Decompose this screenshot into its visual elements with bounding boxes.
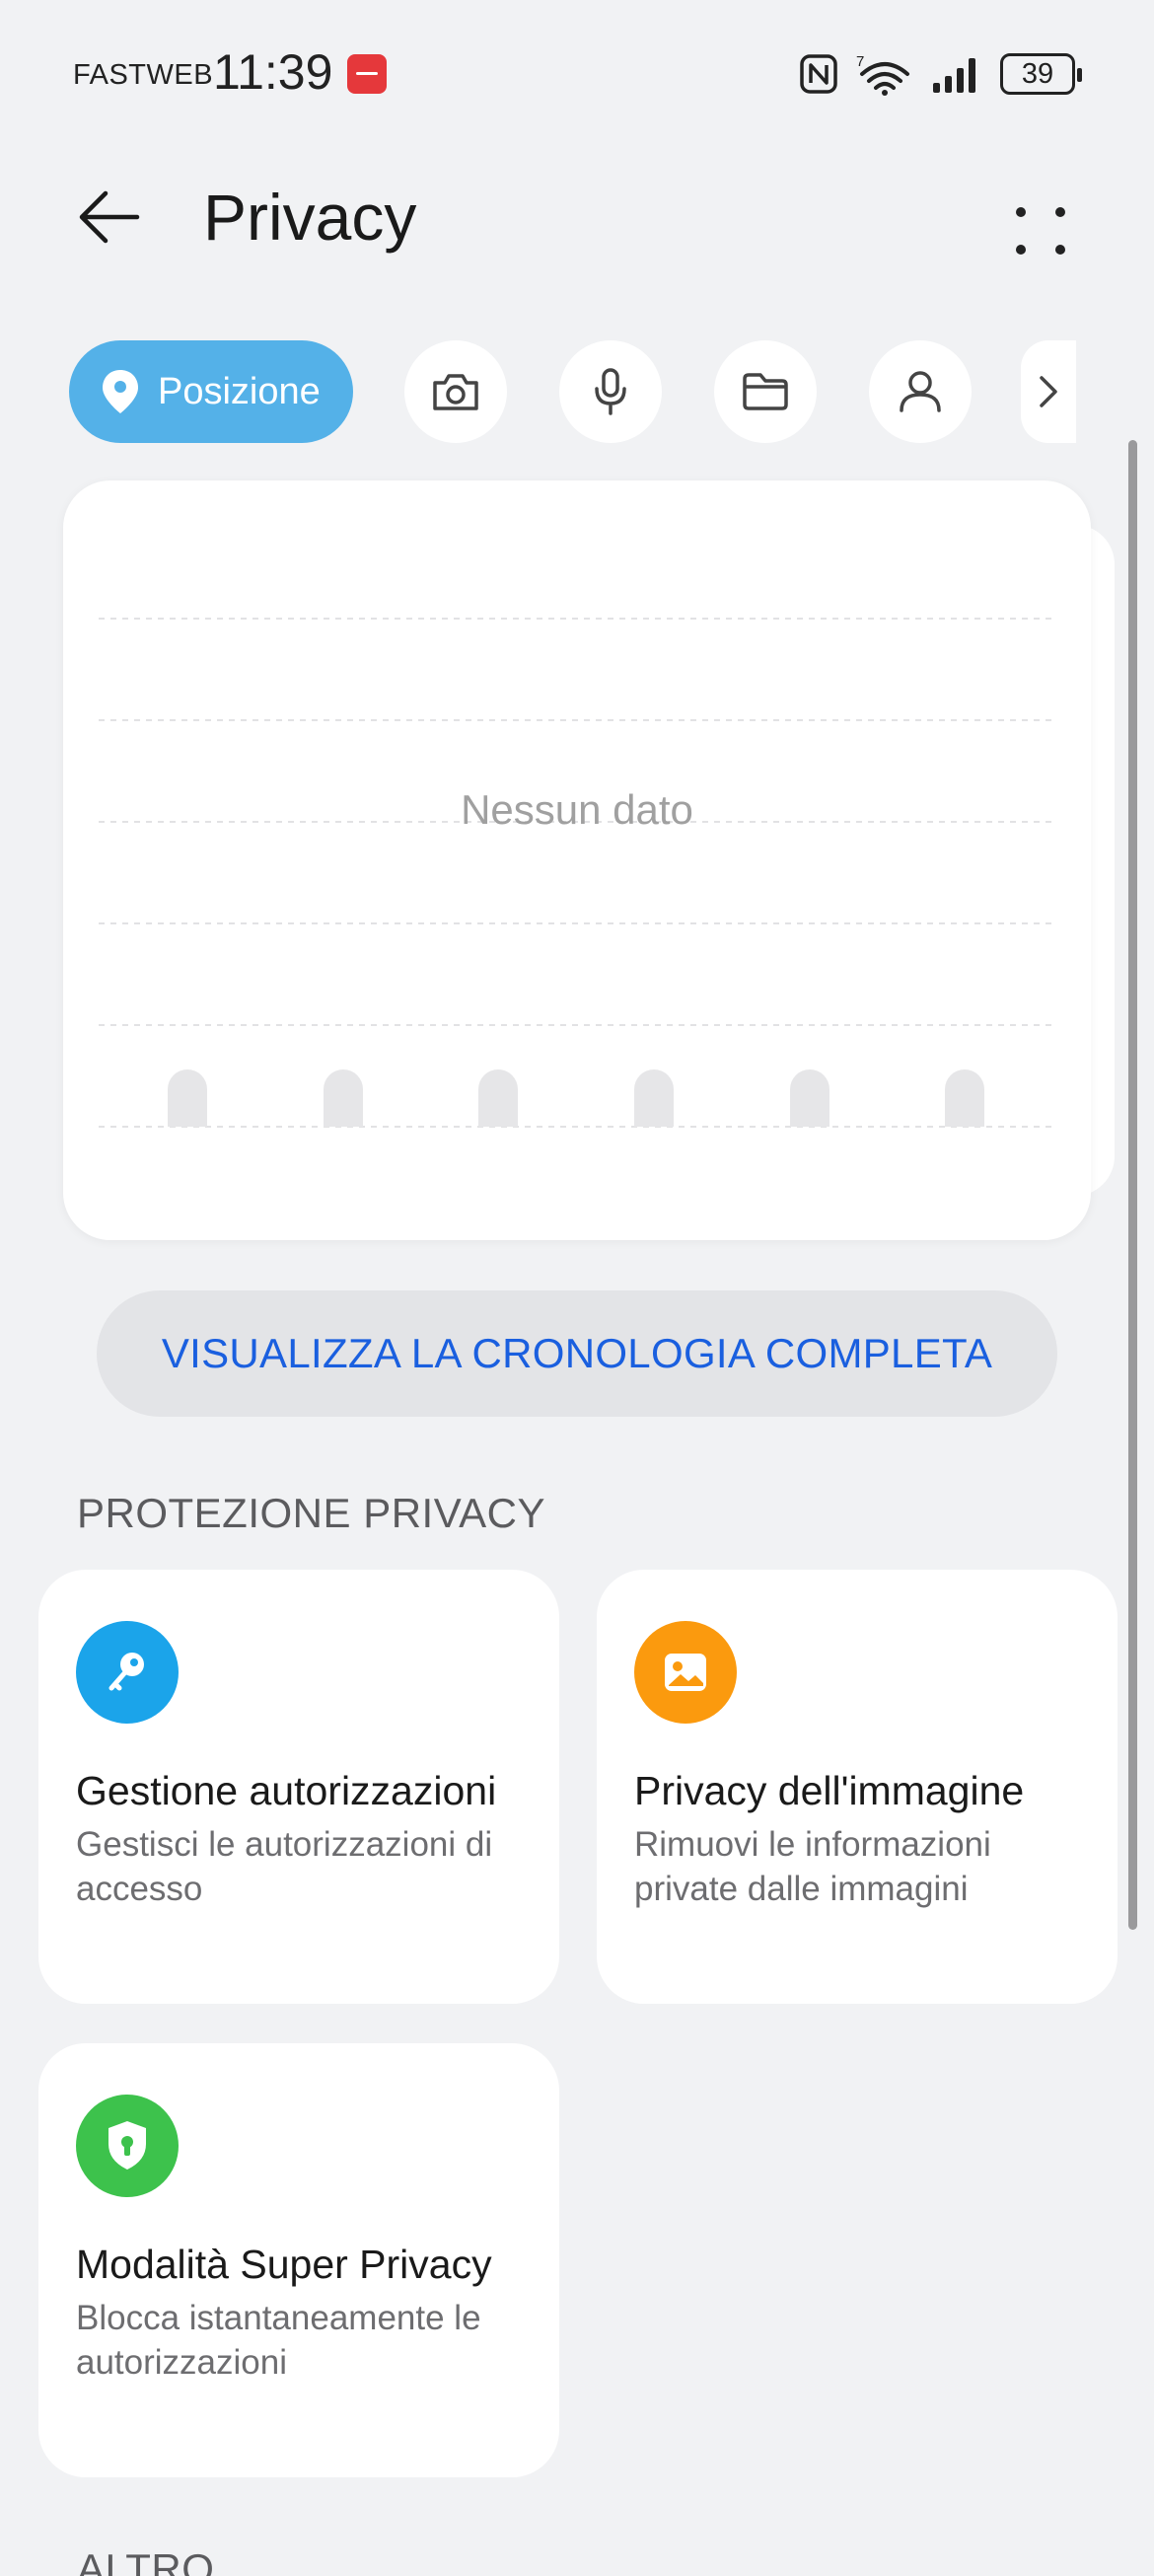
- card-title: Privacy dell'immagine: [634, 1768, 1025, 1813]
- chip-files[interactable]: [714, 340, 817, 443]
- image-privacy-card[interactable]: Privacy dell'immagine Rimuovi le informa…: [597, 1570, 1118, 2004]
- chip-location-label: Posizione: [158, 370, 321, 412]
- permission-category-chips: Posizione: [69, 340, 1076, 443]
- folder-icon: [743, 373, 788, 410]
- view-full-history-button[interactable]: VISUALIZZA LA CRONOLOGIA COMPLETA: [97, 1290, 1057, 1417]
- more-dot: [1055, 207, 1065, 217]
- card-description: Gestisci le autorizzazioni di accesso: [76, 1825, 493, 1908]
- contacts-icon: [900, 371, 941, 412]
- back-button[interactable]: [69, 178, 148, 257]
- chip-microphone[interactable]: [559, 340, 662, 443]
- nfc-icon: [800, 54, 837, 94]
- wifi-icon: 7: [856, 53, 909, 96]
- more-dot: [1016, 207, 1026, 217]
- empty-chart: [99, 618, 1055, 1128]
- camera-icon: [433, 374, 478, 410]
- page-title: Privacy: [203, 181, 417, 254]
- key-icon: [76, 1621, 179, 1724]
- app-header: Privacy: [0, 158, 1154, 276]
- chips-scroll-right-button[interactable]: [1021, 340, 1076, 443]
- section-title-privacy-protection: PROTEZIONE PRIVACY: [77, 1490, 545, 1536]
- chip-location[interactable]: Posizione: [69, 340, 353, 443]
- chevron-right-icon: [1040, 376, 1057, 407]
- chip-contacts[interactable]: [869, 340, 972, 443]
- scrollbar[interactable]: [1128, 440, 1137, 1930]
- permission-manager-card[interactable]: Gestione autorizzazioni Gestisci le auto…: [38, 1570, 559, 2004]
- location-icon: [103, 370, 138, 413]
- card-title: Modalità Super Privacy: [76, 2242, 492, 2287]
- status-bar: FASTWEB 11:39 7 39: [0, 0, 1154, 148]
- usage-chart-card[interactable]: Nessun dato: [63, 480, 1091, 1240]
- more-dot: [1016, 245, 1026, 255]
- chip-camera[interactable]: [404, 340, 507, 443]
- status-icons: 7 39: [799, 49, 1082, 99]
- more-dot: [1055, 245, 1065, 255]
- battery-level: 39: [1021, 57, 1054, 90]
- no-data-label: Nessun dato: [461, 786, 693, 833]
- section-title-other: ALTRO: [77, 2545, 215, 2576]
- card-description: Blocca istantaneamente le autorizzazioni: [76, 2299, 481, 2382]
- app-notification-icon: [347, 54, 387, 94]
- image-icon: [634, 1621, 737, 1724]
- svg-text:7: 7: [856, 53, 864, 70]
- signal-icon: [933, 58, 975, 93]
- more-options-button[interactable]: [996, 178, 1085, 257]
- carrier-name: FASTWEB: [73, 59, 214, 91]
- battery-indicator: 39: [1000, 53, 1082, 95]
- card-title: Gestione autorizzazioni: [76, 1768, 497, 1813]
- card-description: Rimuovi le informazioni private dalle im…: [634, 1825, 991, 1908]
- status-clock: 11:39: [213, 44, 333, 100]
- microphone-icon: [595, 368, 626, 415]
- super-privacy-mode-card[interactable]: Modalità Super Privacy Blocca istantanea…: [38, 2043, 559, 2477]
- arrow-left-icon: [79, 190, 140, 244]
- shield-lock-icon: [76, 2095, 179, 2197]
